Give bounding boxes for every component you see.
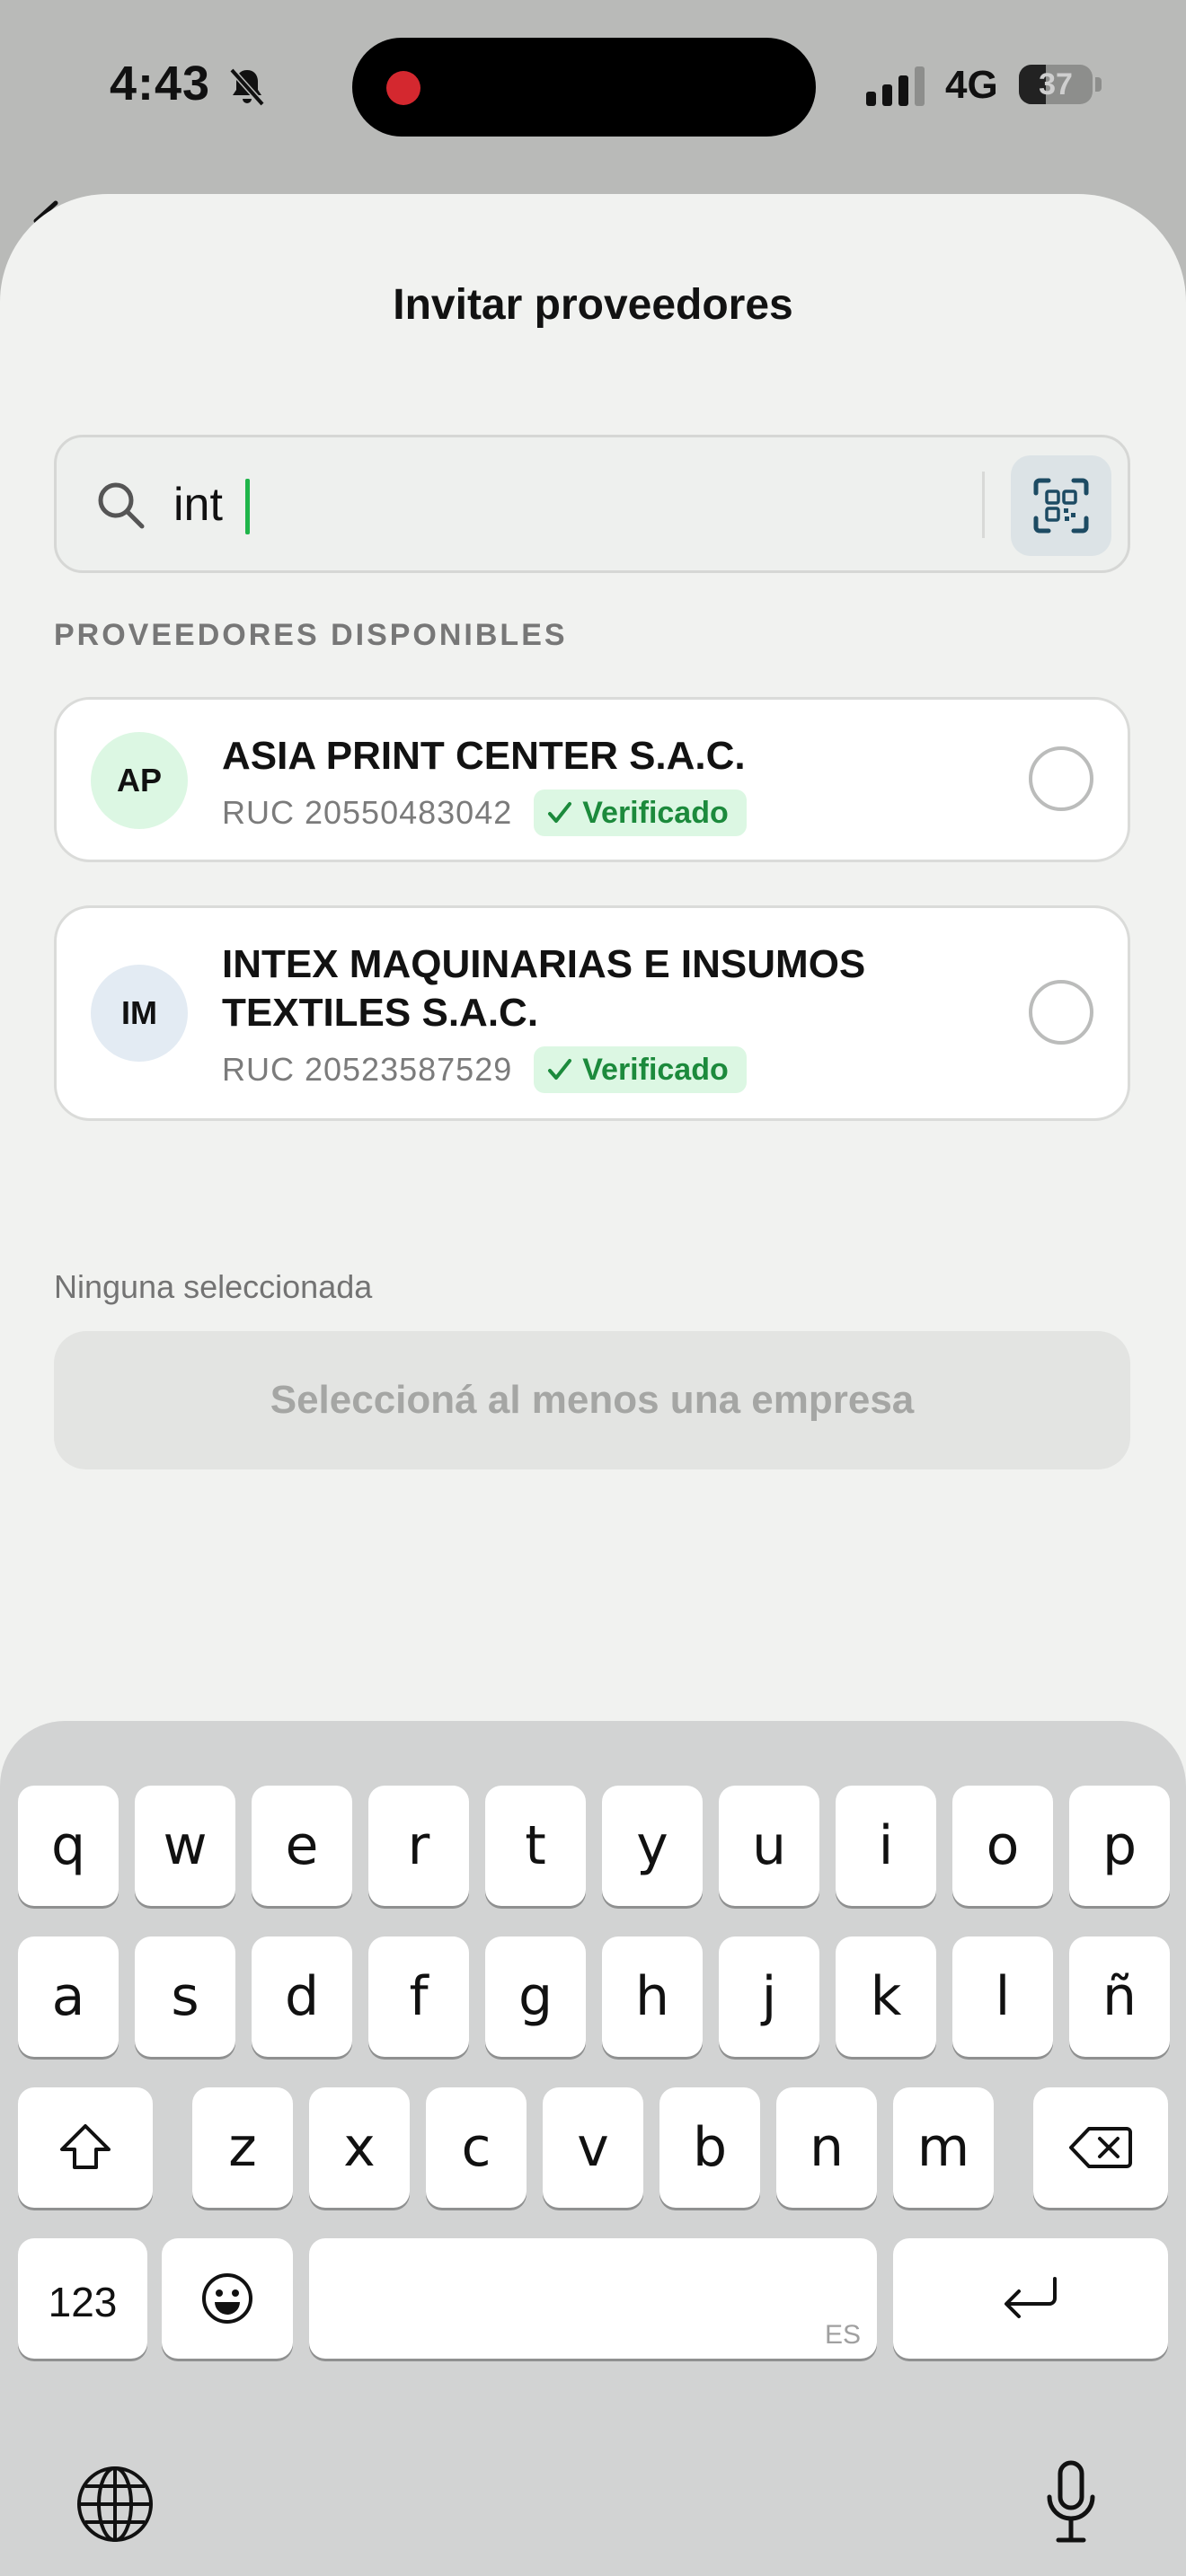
key-j[interactable]: j [719,1936,819,2057]
qr-scan-button[interactable] [1011,455,1111,556]
section-label: PROVEEDORES DISPONIBLES [54,618,568,652]
select-radio[interactable] [1029,980,1093,1045]
key-d[interactable]: d [252,1936,352,2057]
supplier-name: INTEX MAQUINARIAS E INSUMOS TEXTILES S.A… [222,942,866,1035]
key-o[interactable]: o [952,1786,1053,1906]
backspace-icon [1069,2127,1132,2168]
numbers-key-label: 123 [48,2279,118,2325]
emoji-icon [202,2273,252,2324]
supplier-card[interactable]: AP ASIA PRINT CENTER S.A.C. RUC 20550483… [54,697,1130,862]
verified-label: Verificado [582,1052,729,1087]
checkmark-icon [548,1059,572,1080]
key-p[interactable]: p [1069,1786,1170,1906]
key-x[interactable]: x [309,2087,410,2208]
invite-submit-button[interactable]: Seleccioná al menos una empresa [54,1331,1130,1469]
checkmark-icon [548,802,572,823]
status-bar: 4:43 4G 37 [0,0,1186,180]
shift-key[interactable] [18,2087,153,2208]
emoji-key[interactable] [162,2238,293,2359]
supplier-name: ASIA PRINT CENTER S.A.C. [222,734,746,778]
avatar: IM [91,965,188,1062]
key-u[interactable]: u [719,1786,819,1906]
sheet-title: Invitar proveedores [393,281,793,329]
key-r[interactable]: r [368,1786,469,1906]
key-t[interactable]: t [485,1786,586,1906]
key-f[interactable]: f [368,1936,469,2057]
key-z[interactable]: z [192,2087,293,2208]
avatar: AP [91,732,188,829]
text-cursor [245,479,250,534]
key-e[interactable]: e [252,1786,352,1906]
supplier-ruc: RUC 20523587529 [222,1051,513,1088]
verified-label: Verificado [582,795,729,830]
selection-status: Ninguna seleccionada [54,1268,373,1305]
key-b[interactable]: b [659,2087,760,2208]
key-h[interactable]: h [602,1936,703,2057]
key-c[interactable]: c [426,2087,527,2208]
network-type: 4G [945,63,998,107]
return-key[interactable] [893,2238,1168,2359]
supplier-ruc: RUC 20550483042 [222,794,513,831]
key-y[interactable]: y [602,1786,703,1906]
return-icon [1005,2277,1057,2318]
key-i[interactable]: i [836,1786,936,1906]
verified-badge: Verificado [534,790,747,836]
key-g[interactable]: g [485,1936,586,2057]
key-w[interactable]: w [135,1786,235,1906]
select-radio[interactable] [1029,746,1093,811]
cellular-signal-icon [866,66,925,106]
battery-level: 37 [1039,67,1073,101]
status-time: 4:43 [110,57,211,110]
recording-indicator [386,71,420,105]
key-k[interactable]: k [836,1936,936,2057]
key-q[interactable]: q [18,1786,119,1906]
key-ñ[interactable]: ñ [1069,1936,1170,2057]
search-icon [98,482,145,529]
battery-icon: 37 [1019,63,1102,108]
supplier-card[interactable]: IM INTEX MAQUINARIAS E INSUMOS TEXTILES … [54,905,1130,1121]
key-l[interactable]: l [952,1936,1053,2057]
verified-badge: Verificado [534,1046,747,1093]
shift-icon [60,2124,111,2169]
supplier-meta: RUC 20550483042 Verificado [222,790,747,836]
microphone-icon[interactable] [1044,2457,1098,2547]
search-field[interactable] [54,435,1130,573]
key-s[interactable]: s [135,1936,235,2057]
numbers-key[interactable]: 123 [18,2238,147,2359]
dynamic-island [352,38,816,137]
space-key[interactable]: ES [309,2238,877,2359]
key-n[interactable]: n [776,2087,877,2208]
keyboard-language-hint: ES [824,2320,861,2350]
key-v[interactable]: v [543,2087,643,2208]
globe-icon[interactable] [74,2463,156,2545]
key-a[interactable]: a [18,1936,119,2057]
qr-scan-icon [1033,478,1089,534]
bell-muted-icon [229,67,265,107]
key-m[interactable]: m [893,2087,994,2208]
supplier-meta: RUC 20523587529 Verificado [222,1046,747,1093]
search-input[interactable] [173,464,1009,545]
search-divider [982,472,985,538]
backspace-key[interactable] [1033,2087,1168,2208]
